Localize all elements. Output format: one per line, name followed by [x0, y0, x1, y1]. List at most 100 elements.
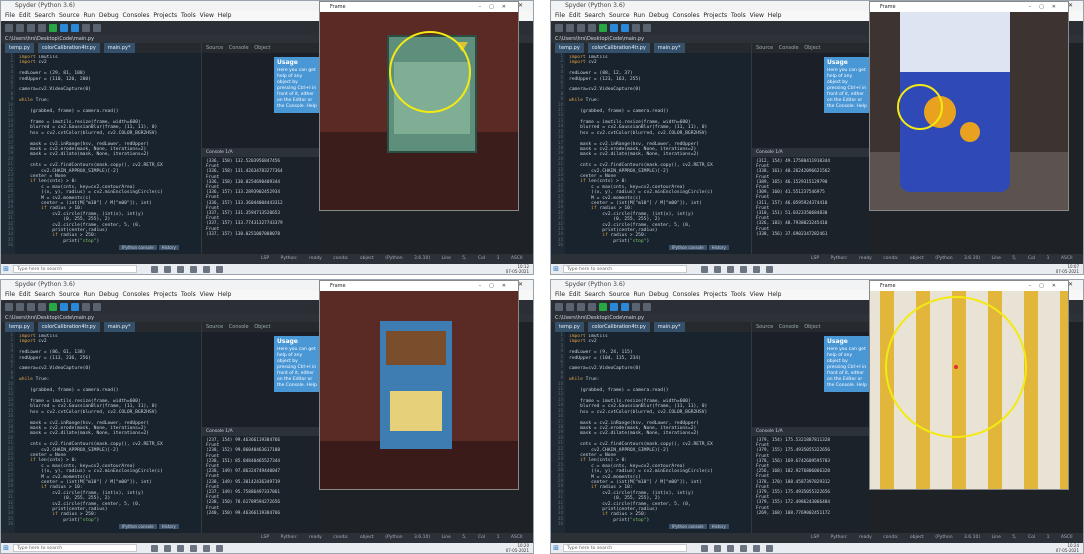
store-icon[interactable]	[727, 544, 734, 552]
debug-icon[interactable]	[621, 24, 629, 32]
windows-start-icon[interactable]: ⊞	[1, 543, 11, 553]
save-icon[interactable]	[27, 303, 35, 311]
help-tabs[interactable]: Source Console Object	[752, 322, 870, 332]
frame-window-controls[interactable]: –▢✕	[479, 281, 514, 291]
taskbar-apps[interactable]	[151, 544, 223, 552]
save-icon[interactable]	[577, 303, 585, 311]
code-text[interactable]: import imutils import cv2 redLower = (29…	[19, 55, 199, 254]
code-text[interactable]: import imutils import cv2 redLower = (88…	[569, 55, 749, 254]
console-output[interactable]: (312, 154) 49.17580411910344 Frunt (338, 1…	[752, 157, 870, 239]
search-icon[interactable]	[151, 265, 158, 273]
system-tray-clock[interactable]: 10:24 07-05-2021	[1056, 543, 1079, 553]
open-icon[interactable]	[16, 303, 24, 311]
save-icon[interactable]	[27, 24, 35, 32]
edge-icon[interactable]	[190, 544, 197, 552]
tab-main[interactable]: main.py*	[653, 43, 685, 53]
debug-icon[interactable]	[71, 24, 79, 32]
chrome-icon[interactable]	[203, 544, 210, 552]
edge-icon[interactable]	[190, 265, 197, 273]
frame-window[interactable]: Frame –▢✕	[319, 1, 519, 211]
search-icon[interactable]	[701, 265, 708, 273]
new-file-icon[interactable]	[5, 24, 13, 32]
console-tab[interactable]: Console 1/A	[752, 148, 870, 157]
run-cell-icon[interactable]	[60, 303, 68, 311]
search-icon[interactable]	[151, 544, 158, 552]
windows-start-icon[interactable]: ⊞	[551, 543, 561, 553]
tab-history[interactable]: History	[708, 245, 729, 250]
frame-window-controls[interactable]: –▢✕	[1029, 281, 1064, 291]
settings-icon[interactable]	[643, 303, 651, 311]
taskbar-search-input[interactable]: Type here to search	[563, 265, 687, 273]
tab-temp[interactable]: temp.py	[555, 43, 584, 53]
files-icon[interactable]	[766, 265, 773, 273]
save-all-icon[interactable]	[588, 303, 596, 311]
run-icon[interactable]	[49, 24, 57, 32]
tab-temp[interactable]: temp.py	[555, 322, 584, 332]
code-editor[interactable]: 1 2 3 4 5 6 7 8 9 10 11 12 13 14 15 16 1…	[551, 332, 751, 533]
settings-icon[interactable]	[93, 303, 101, 311]
console-tabs[interactable]: IPython console History	[669, 244, 1083, 252]
console-tabs[interactable]: IPython console History	[669, 523, 1083, 531]
tab-temp[interactable]: temp.py	[5, 322, 34, 332]
console-panel[interactable]: Console 1/A (237, 154) 99.46366119384766…	[202, 427, 320, 533]
save-all-icon[interactable]	[588, 24, 596, 32]
taskbar-search-input[interactable]: Type here to search	[563, 544, 687, 552]
tab-main[interactable]: main.py*	[103, 322, 135, 332]
tab-color-calibration[interactable]: colorCalibration4tr.py	[587, 322, 650, 332]
help-tabs[interactable]: Source Console Object	[202, 322, 320, 332]
tab-color-calibration[interactable]: colorCalibration4tr.py	[37, 43, 100, 53]
system-tray-clock[interactable]: 10:07 07-05-2021	[1056, 264, 1079, 274]
stop-icon[interactable]	[632, 303, 640, 311]
run-icon[interactable]	[49, 303, 57, 311]
store-icon[interactable]	[727, 265, 734, 273]
tab-ipython-console[interactable]: IPython console	[669, 524, 707, 529]
taskbar-apps[interactable]	[151, 265, 223, 273]
files-icon[interactable]	[216, 265, 223, 273]
code-text[interactable]: import imutils import cv2 redLower = (9,…	[569, 334, 749, 533]
tab-main[interactable]: main.py*	[653, 322, 685, 332]
search-icon[interactable]	[701, 544, 708, 552]
run-icon[interactable]	[599, 24, 607, 32]
chrome-icon[interactable]	[753, 265, 760, 273]
code-editor[interactable]: 1 2 3 4 5 6 7 8 9 10 11 12 13 14 15 16 1…	[551, 53, 751, 254]
frame-window[interactable]: Frame –▢✕	[869, 280, 1069, 490]
task-view-icon[interactable]	[164, 544, 171, 552]
files-icon[interactable]	[766, 544, 773, 552]
open-icon[interactable]	[566, 303, 574, 311]
run-cell-icon[interactable]	[60, 24, 68, 32]
tab-ipython-console[interactable]: IPython console	[669, 245, 707, 250]
console-output[interactable]: (379, 154) 175.5321887811328 Frunt (379, 1…	[752, 436, 870, 518]
settings-icon[interactable]	[93, 24, 101, 32]
save-icon[interactable]	[577, 24, 585, 32]
open-icon[interactable]	[16, 24, 24, 32]
stop-icon[interactable]	[82, 24, 90, 32]
tab-color-calibration[interactable]: colorCalibration4tr.py	[37, 322, 100, 332]
task-view-icon[interactable]	[714, 544, 721, 552]
help-tabs[interactable]: Source Console Object	[752, 43, 870, 53]
frame-window[interactable]: Frame –▢✕	[869, 1, 1069, 211]
settings-icon[interactable]	[643, 24, 651, 32]
task-view-icon[interactable]	[164, 265, 171, 273]
console-tabs[interactable]: IPython console History	[119, 523, 533, 531]
new-file-icon[interactable]	[5, 303, 13, 311]
edge-icon[interactable]	[740, 265, 747, 273]
tab-history[interactable]: History	[158, 245, 179, 250]
taskbar-apps[interactable]	[701, 265, 773, 273]
code-text[interactable]: import imutils import cv2 redLower = (86…	[19, 334, 199, 533]
store-icon[interactable]	[177, 265, 184, 273]
debug-icon[interactable]	[621, 303, 629, 311]
console-tab[interactable]: Console 1/A	[202, 427, 320, 436]
new-file-icon[interactable]	[555, 303, 563, 311]
taskbar-apps[interactable]	[701, 544, 773, 552]
code-editor[interactable]: 1 2 3 4 5 6 7 8 9 10 11 12 13 14 15 16 1…	[1, 53, 201, 254]
console-output[interactable]: (237, 154) 99.46366119384766 Frunt (238, 1…	[202, 436, 320, 518]
tab-temp[interactable]: temp.py	[5, 43, 34, 53]
run-cell-icon[interactable]	[610, 303, 618, 311]
tab-ipython-console[interactable]: IPython console	[119, 245, 157, 250]
edge-icon[interactable]	[740, 544, 747, 552]
tab-ipython-console[interactable]: IPython console	[119, 524, 157, 529]
system-tray-clock[interactable]: 10:20 07-05-2021	[506, 543, 529, 553]
console-tabs[interactable]: IPython console History	[119, 244, 533, 252]
tab-history[interactable]: History	[708, 524, 729, 529]
tab-color-calibration[interactable]: colorCalibration4tr.py	[587, 43, 650, 53]
